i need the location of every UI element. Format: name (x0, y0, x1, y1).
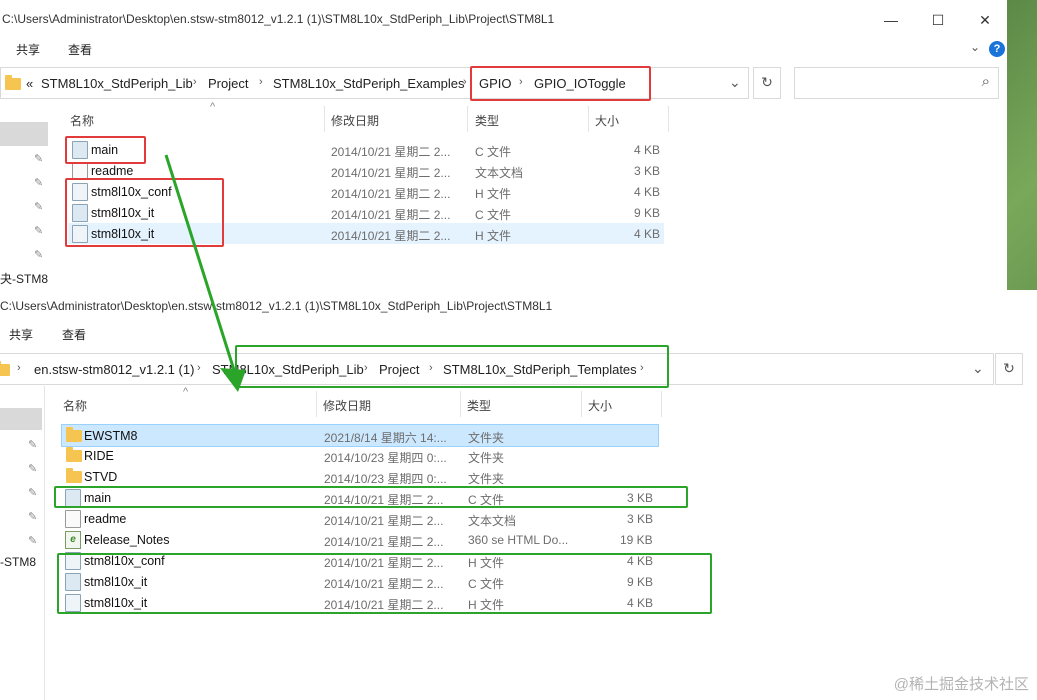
annotation-arrow (164, 154, 246, 392)
arrow-head (220, 368, 246, 392)
arrow-shaft (164, 154, 236, 371)
